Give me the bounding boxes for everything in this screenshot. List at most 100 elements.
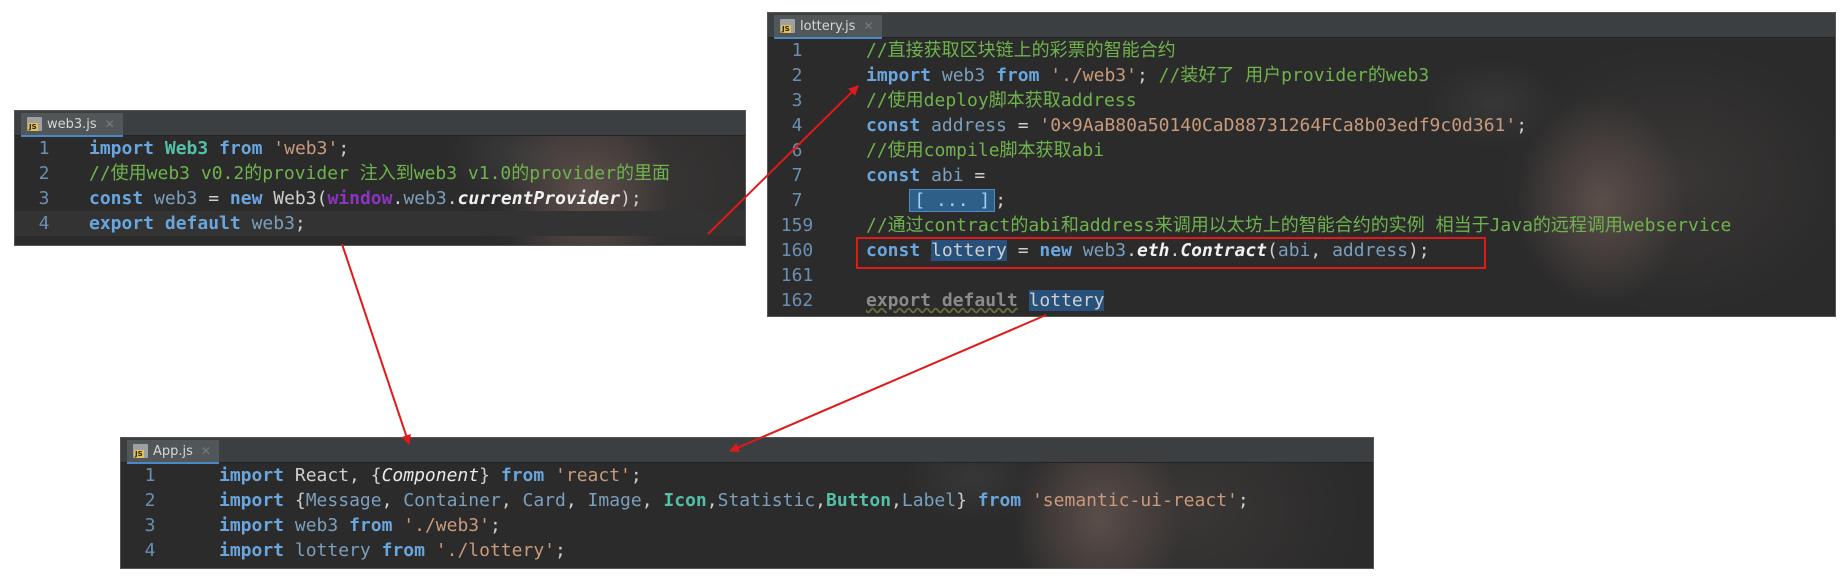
tab-label: web3.js <box>47 116 97 132</box>
code-token: ; <box>995 190 1007 211</box>
code-token: import <box>219 515 285 536</box>
code-token: . <box>392 188 404 209</box>
line-number: 7 <box>791 165 803 186</box>
code-line[interactable]: 6 //使用compile脚本获取abi <box>768 138 1835 163</box>
close-icon[interactable]: ✕ <box>863 19 873 33</box>
code-line[interactable]: 162 export default lottery <box>768 288 1835 313</box>
tab-label: App.js <box>153 443 193 459</box>
code-line[interactable]: 4 import lottery from './lottery'; <box>121 538 1373 563</box>
code-area[interactable]: 1 import React, {Component} from 'react';… <box>121 463 1373 563</box>
code-line[interactable]: 7 [ ... ]; <box>768 188 1835 213</box>
code-token: web3 <box>251 213 295 234</box>
code-area[interactable]: 1 //直接获取区块链上的彩票的智能合约 2 import web3 from './… <box>768 38 1835 313</box>
code-token: ; <box>1516 115 1528 136</box>
code-line[interactable]: 4 export default web3; <box>15 211 745 236</box>
code-token: 'react' <box>555 465 631 486</box>
code-line[interactable]: 1 //直接获取区块链上的彩票的智能合约 <box>768 38 1835 63</box>
code-token: Web3 <box>164 138 209 159</box>
line-code: import web3 from './web3'; <box>219 513 501 538</box>
code-token: '0×9AaB80a50140CaD88731264FCa8b03edf9c0d… <box>1039 115 1517 136</box>
code-line[interactable]: 7 const abi = <box>768 163 1835 188</box>
code-token: import <box>89 138 155 159</box>
line-number: 1 <box>38 138 50 159</box>
code-line[interactable]: 1 import Web3 from 'web3'; <box>15 136 745 161</box>
code-token: //使用deploy脚本获取address <box>866 90 1137 111</box>
code-token: lottery <box>294 540 371 561</box>
code-token[interactable]: [ ... ] <box>909 189 996 212</box>
code-token: ; <box>1136 65 1159 86</box>
code-line[interactable]: 2 import web3 from './web3'; //装好了 用户prov… <box>768 63 1835 88</box>
line-number: 160 <box>780 240 814 261</box>
js-file-icon <box>133 444 148 458</box>
line-code: [ ... ]; <box>866 188 1006 213</box>
line-number: 1 <box>791 40 803 61</box>
code-token: currentProvider <box>457 188 621 209</box>
code-line[interactable]: 4 const address = '0×9AaB80a50140CaD88731… <box>768 113 1835 138</box>
code-token: ; <box>630 465 642 486</box>
code-token: ; <box>294 213 306 234</box>
code-token: //直接获取区块链上的彩票的智能合约 <box>866 40 1176 61</box>
code-token: './web3' <box>1050 65 1137 86</box>
code-area[interactable]: 1 import Web3 from 'web3'; 2 //使用web3 v0.2的… <box>15 136 745 236</box>
line-code: //直接获取区块链上的彩票的智能合约 <box>866 38 1176 63</box>
code-token: , <box>381 490 404 511</box>
line-number: 4 <box>38 213 50 234</box>
code-token: { <box>284 490 306 511</box>
code-line[interactable]: 3 import web3 from './web3'; <box>121 513 1373 538</box>
code-token: , <box>565 490 588 511</box>
line-code: import web3 from './web3'; //装好了 用户provi… <box>866 63 1429 88</box>
lottery-editor-panel: lottery.js ✕ 1 //直接获取区块链上的彩票的智能合约 2 import … <box>767 12 1836 317</box>
code-token: Component <box>381 465 480 486</box>
code-token: ; <box>1237 490 1249 511</box>
code-token: = <box>197 188 230 209</box>
code-token: lottery <box>1028 290 1105 311</box>
code-line[interactable]: 2 import {Message, Container, Card, Image… <box>121 488 1373 513</box>
code-line[interactable]: 3 const web3 = new Web3(window.web3.curre… <box>15 186 745 211</box>
code-token: = <box>963 165 986 186</box>
code-token: web3 <box>294 515 339 536</box>
code-token: Image <box>587 490 642 511</box>
js-file-icon <box>27 117 42 131</box>
code-line[interactable]: 3 //使用deploy脚本获取address <box>768 88 1835 113</box>
line-code: const web3 = new Web3(window.web3.curren… <box>89 186 642 211</box>
code-token: Icon <box>663 490 707 511</box>
code-token: 'web3' <box>273 138 339 159</box>
code-token: Web3( <box>262 188 328 209</box>
code-token: ; <box>555 540 566 561</box>
tab-web3-js[interactable]: web3.js ✕ <box>21 113 123 137</box>
code-token: //使用web3 v0.2的provider 注入到web3 v1.0的prov… <box>89 163 670 184</box>
code-token: , <box>706 490 718 511</box>
tab-app-js[interactable]: App.js ✕ <box>127 440 219 464</box>
code-line[interactable]: 1 import React, {Component} from 'react'; <box>121 463 1373 488</box>
line-code: import React, {Component} from 'react'; <box>219 463 642 488</box>
code-token: //装好了 用户provider的web3 <box>1158 65 1430 86</box>
tab-lottery-js[interactable]: lottery.js ✕ <box>774 15 882 39</box>
line-code: //使用deploy脚本获取address <box>866 88 1137 113</box>
code-token: ; <box>489 515 501 536</box>
close-icon[interactable]: ✕ <box>201 444 211 458</box>
line-code: //使用web3 v0.2的provider 注入到web3 v1.0的prov… <box>89 161 670 186</box>
line-number: 3 <box>38 188 50 209</box>
code-token: from <box>996 65 1040 86</box>
close-icon[interactable]: ✕ <box>105 117 115 131</box>
line-code: //使用compile脚本获取abi <box>866 138 1104 163</box>
code-line[interactable]: 2 //使用web3 v0.2的provider 注入到web3 v1.0的pro… <box>15 161 745 186</box>
line-code: //通过contract的abi和address来调用以太坊上的智能合约的实例 … <box>866 213 1731 238</box>
code-line[interactable]: 159 //通过contract的abi和address来调用以太坊上的智能合约的… <box>768 213 1835 238</box>
line-number: 3 <box>791 90 803 111</box>
line-number: 4 <box>791 115 803 136</box>
line-number: 6 <box>791 140 803 161</box>
code-token: web3 <box>154 188 198 209</box>
tab-bar: lottery.js ✕ <box>768 13 1835 39</box>
code-token: Card <box>522 490 566 511</box>
code-token: . <box>446 188 458 209</box>
